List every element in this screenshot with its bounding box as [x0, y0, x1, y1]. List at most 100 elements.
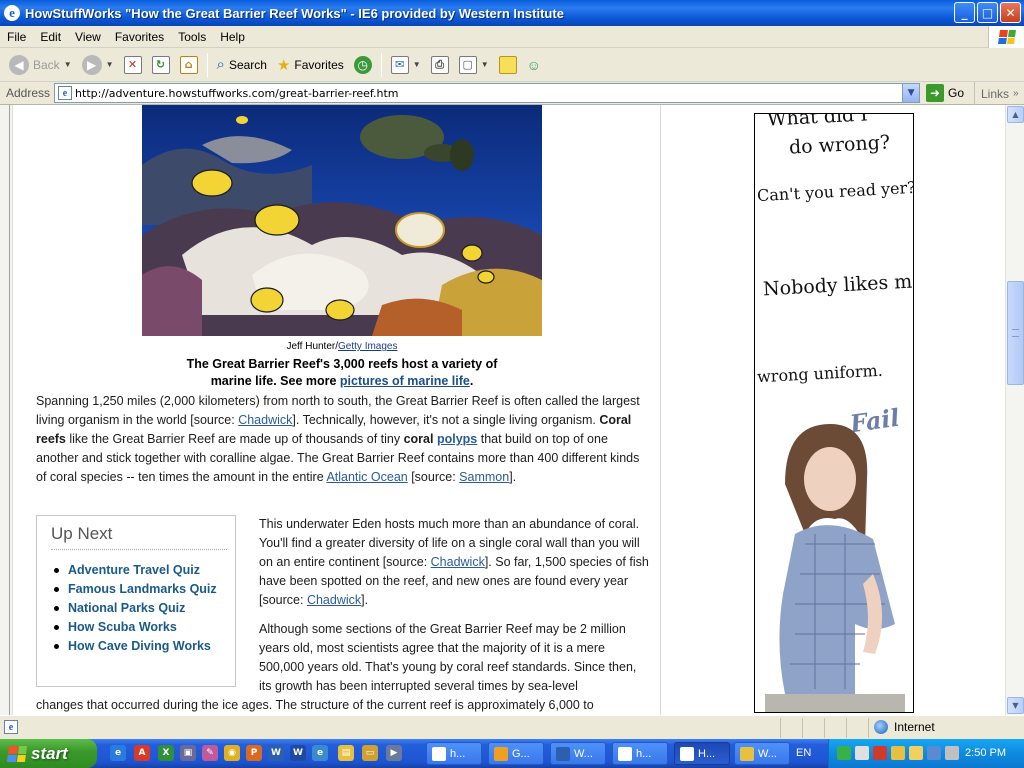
stop-icon: ✕	[123, 55, 142, 74]
links-button[interactable]: Links »	[974, 82, 1024, 105]
browser-quicklaunch-icon[interactable]: e	[312, 745, 328, 761]
menu-edit[interactable]: Edit	[33, 30, 68, 44]
messenger-icon: ☺	[526, 56, 541, 73]
ie-quicklaunch-icon[interactable]: e	[110, 745, 126, 761]
folder-quicklaunch-icon[interactable]: ▤	[338, 745, 354, 761]
scroll-down-arrow-icon[interactable]: ▼	[1007, 697, 1024, 714]
up-next-divider	[51, 549, 227, 550]
close-button[interactable]: ✕	[1000, 2, 1021, 23]
paint-quicklaunch-icon[interactable]: ✎	[202, 745, 218, 761]
search-button[interactable]: ⌕ Search	[212, 52, 272, 78]
taskbar-button[interactable]: G...	[488, 742, 544, 765]
system-tray: 2:50 PM	[828, 739, 1024, 768]
ad-text-line: What did I	[766, 113, 869, 131]
discuss-button[interactable]	[494, 52, 522, 78]
polyps-link[interactable]: polyps	[437, 432, 477, 446]
security-icon[interactable]	[873, 746, 887, 760]
favorites-button[interactable]: ★ Favorites	[272, 52, 349, 78]
scroll-up-arrow-icon[interactable]: ▲	[1007, 106, 1024, 123]
ie-icon: e	[4, 5, 20, 21]
maximize-button[interactable]: □	[977, 2, 998, 23]
refresh-button[interactable]: ↻	[147, 52, 175, 78]
tray-app-icon[interactable]	[927, 746, 941, 760]
up-next-item[interactable]: How Scuba Works	[51, 618, 235, 637]
chadwick-link[interactable]: Chadwick	[238, 413, 292, 427]
edit-button[interactable]: ▢ ▼	[454, 52, 494, 78]
back-arrow-icon: ◀	[9, 54, 29, 75]
network-icon[interactable]	[855, 746, 869, 760]
volume-icon[interactable]	[891, 746, 905, 760]
taskbar-button[interactable]: h...	[426, 742, 482, 765]
explorer-quicklaunch-icon[interactable]: ▭	[362, 745, 378, 761]
player-quicklaunch-icon[interactable]: ▶	[386, 745, 402, 761]
up-next-box: Up Next Adventure Travel Quiz Famous Lan…	[36, 515, 236, 687]
tray-app-icon[interactable]	[837, 746, 851, 760]
taskbar-button[interactable]: W...	[550, 742, 606, 765]
folder-task-icon	[740, 746, 754, 761]
photo-credit-name: Jeff Hunter/	[286, 341, 339, 352]
menu-favorites[interactable]: Favorites	[108, 30, 171, 44]
forward-dropdown-icon[interactable]: ▼	[106, 60, 114, 69]
mail-button[interactable]: ✉ ▼	[386, 52, 426, 78]
clock[interactable]: 2:50 PM	[965, 747, 1006, 759]
chadwick-link[interactable]: Chadwick	[307, 593, 361, 607]
word-doc-quicklaunch-icon[interactable]: W	[290, 745, 306, 761]
menu-bar: File Edit View Favorites Tools Help	[0, 26, 1024, 48]
start-button[interactable]: start	[0, 739, 97, 768]
status-segment	[846, 718, 847, 738]
photo-caption: The Great Barrier Reef's 3,000 reefs hos…	[142, 356, 542, 390]
taskbar-button[interactable]: W...	[734, 742, 790, 765]
girl-illustration	[765, 424, 905, 712]
acrobat-quicklaunch-icon[interactable]: A	[134, 745, 150, 761]
getty-images-link[interactable]: Getty Images	[338, 341, 397, 352]
go-button[interactable]: ➜ Go	[926, 84, 964, 102]
minimize-button[interactable]: _	[954, 2, 975, 23]
edit-dropdown-icon[interactable]: ▼	[481, 60, 489, 69]
tray-app-icon[interactable]	[945, 746, 959, 760]
media-quicklaunch-icon[interactable]: ◉	[224, 745, 240, 761]
vertical-scrollbar[interactable]: ▲ ▼	[1005, 105, 1024, 715]
print-button[interactable]: ⎙	[426, 52, 454, 78]
up-next-item[interactable]: How Cave Diving Works	[51, 637, 235, 656]
atlantic-ocean-link[interactable]: Atlantic Ocean	[326, 470, 407, 484]
address-input[interactable]: e http://adventure.howstuffworks.com/gre…	[54, 83, 921, 103]
up-next-item[interactable]: Adventure Travel Quiz	[51, 561, 235, 580]
stop-button[interactable]: ✕	[119, 52, 147, 78]
excel-quicklaunch-icon[interactable]: X	[158, 745, 174, 761]
language-indicator[interactable]: EN	[796, 747, 811, 759]
app-quicklaunch-icon[interactable]: ▣	[180, 745, 196, 761]
page-viewport[interactable]: Jeff Hunter/Getty Images The Great Barri…	[0, 105, 1024, 715]
up-next-item[interactable]: National Parks Quiz	[51, 599, 235, 618]
paragraph-3-continued: changes that occurred during the ice age…	[36, 698, 594, 712]
powerpoint-quicklaunch-icon[interactable]: P	[246, 745, 262, 761]
address-dropdown-icon[interactable]: ▼	[902, 84, 920, 102]
forward-button[interactable]: ▶ ▼	[77, 52, 119, 78]
ad-text-line: Nobody likes me.	[762, 269, 914, 301]
messenger-button[interactable]: ☺	[522, 52, 546, 78]
scrollbar-thumb[interactable]	[1007, 281, 1024, 385]
up-next-item[interactable]: Famous Landmarks Quiz	[51, 580, 235, 599]
taskbar-button[interactable]: h...	[612, 742, 668, 765]
menu-help[interactable]: Help	[213, 30, 252, 44]
search-icon: ⌕	[216, 56, 225, 73]
taskbar-button-active[interactable]: H...	[674, 742, 730, 765]
mail-dropdown-icon[interactable]: ▼	[413, 60, 421, 69]
menu-tools[interactable]: Tools	[171, 30, 213, 44]
title-bar[interactable]: e HowStuffWorks "How the Great Barrier R…	[0, 0, 1024, 26]
app-task-icon	[494, 746, 508, 761]
chadwick-link[interactable]: Chadwick	[431, 555, 485, 569]
back-dropdown-icon[interactable]: ▼	[64, 60, 72, 69]
history-button[interactable]: ◷	[349, 52, 377, 78]
menu-file[interactable]: File	[0, 30, 33, 44]
page-icon: e	[58, 86, 73, 100]
up-next-list: Adventure Travel Quiz Famous Landmarks Q…	[51, 561, 235, 656]
marine-life-pictures-link[interactable]: pictures of marine life	[340, 374, 470, 388]
home-button[interactable]: ⌂	[175, 52, 203, 78]
sammon-link[interactable]: Sammon	[459, 470, 509, 484]
back-label: Back	[33, 57, 60, 72]
advertisement-banner[interactable]: What did I do wrong? Can't you read yer?…	[754, 113, 914, 713]
tray-app-icon[interactable]	[909, 746, 923, 760]
back-button[interactable]: ◀ Back ▼	[4, 52, 77, 78]
word-quicklaunch-icon[interactable]: W	[268, 745, 284, 761]
menu-view[interactable]: View	[68, 30, 108, 44]
